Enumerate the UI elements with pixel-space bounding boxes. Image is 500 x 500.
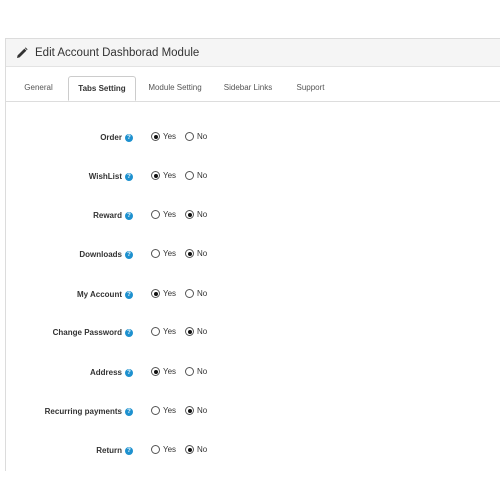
radio-button[interactable] [151, 171, 160, 180]
field-label: Return? [96, 446, 133, 455]
radio-button[interactable] [185, 289, 194, 298]
field-label: Order? [100, 133, 133, 142]
radio-yes-return[interactable]: Yes [151, 445, 176, 454]
help-icon[interactable]: ? [125, 328, 133, 337]
field-label: Address? [90, 368, 133, 377]
pencil-icon [17, 46, 28, 58]
radio-button[interactable] [185, 132, 194, 141]
help-icon[interactable]: ? [125, 290, 133, 299]
field-label: WishList? [89, 172, 133, 181]
field-label: Change Password? [53, 328, 133, 337]
radio-button[interactable] [151, 249, 160, 258]
field-label: My Account? [77, 290, 133, 299]
tab-general[interactable]: General [16, 76, 61, 100]
field-label: Downloads? [79, 250, 133, 259]
radio-button[interactable] [185, 367, 194, 376]
help-icon[interactable]: ? [125, 446, 133, 455]
radio-yes-wishlist[interactable]: Yes [151, 171, 176, 180]
field-label: Recurring payments? [45, 407, 133, 416]
radio-no-wishlist[interactable]: No [185, 171, 207, 180]
radio-no-address[interactable]: No [185, 367, 207, 376]
help-icon[interactable]: ? [125, 211, 133, 220]
help-icon[interactable]: ? [125, 250, 133, 259]
radio-no-order[interactable]: No [185, 132, 207, 141]
radio-no-change-password[interactable]: No [185, 327, 207, 336]
radio-yes-downloads[interactable]: Yes [151, 249, 176, 258]
radio-no-my-account[interactable]: No [185, 289, 207, 298]
radio-button[interactable] [185, 445, 194, 454]
radio-no-return[interactable]: No [185, 445, 207, 454]
help-icon[interactable]: ? [125, 133, 133, 142]
radio-yes-recurring-payments[interactable]: Yes [151, 406, 176, 415]
field-row-downloads: Downloads? Yes No [0, 248, 495, 264]
radio-button[interactable] [151, 210, 160, 219]
help-icon[interactable]: ? [125, 172, 133, 181]
radio-button[interactable] [185, 249, 194, 258]
tab-module-setting[interactable]: Module Setting [142, 76, 208, 100]
radio-button[interactable] [185, 210, 194, 219]
help-icon[interactable]: ? [125, 407, 133, 416]
help-icon[interactable]: ? [125, 368, 133, 377]
radio-yes-address[interactable]: Yes [151, 367, 176, 376]
radio-button[interactable] [151, 132, 160, 141]
field-row-reward: Reward? Yes No [0, 209, 495, 225]
field-row-return: Return? Yes No [0, 444, 495, 460]
radio-yes-reward[interactable]: Yes [151, 210, 176, 219]
radio-button[interactable] [151, 406, 160, 415]
radio-no-recurring-payments[interactable]: No [185, 406, 207, 415]
radio-yes-order[interactable]: Yes [151, 132, 176, 141]
field-row-order: Order? Yes No [0, 131, 495, 147]
field-row-recurring-payments: Recurring payments? Yes No [0, 405, 495, 421]
radio-button[interactable] [151, 367, 160, 376]
tab-tabs-setting[interactable]: Tabs Setting [68, 76, 136, 101]
radio-button[interactable] [185, 406, 194, 415]
tab-bar: General Tabs Setting Module Setting Side… [6, 76, 500, 102]
radio-no-reward[interactable]: No [185, 210, 207, 219]
radio-no-downloads[interactable]: No [185, 249, 207, 258]
radio-button[interactable] [151, 327, 160, 336]
panel-title: Edit Account Dashborad Module [35, 46, 200, 59]
field-row-address: Address? Yes No [0, 366, 495, 382]
panel-heading: Edit Account Dashborad Module [6, 39, 500, 67]
radio-button[interactable] [151, 445, 160, 454]
tab-sidebar-links[interactable]: Sidebar Links [217, 76, 279, 100]
field-row-my-account: My Account? Yes No [0, 288, 495, 304]
tab-support[interactable]: Support [288, 76, 333, 100]
radio-yes-my-account[interactable]: Yes [151, 289, 176, 298]
radio-button[interactable] [185, 171, 194, 180]
radio-button[interactable] [185, 327, 194, 336]
radio-button[interactable] [151, 289, 160, 298]
radio-yes-change-password[interactable]: Yes [151, 327, 176, 336]
field-label: Reward? [93, 211, 133, 220]
field-row-change-password: Change Password? Yes No [0, 326, 495, 342]
field-row-wishlist: WishList? Yes No [0, 170, 495, 186]
